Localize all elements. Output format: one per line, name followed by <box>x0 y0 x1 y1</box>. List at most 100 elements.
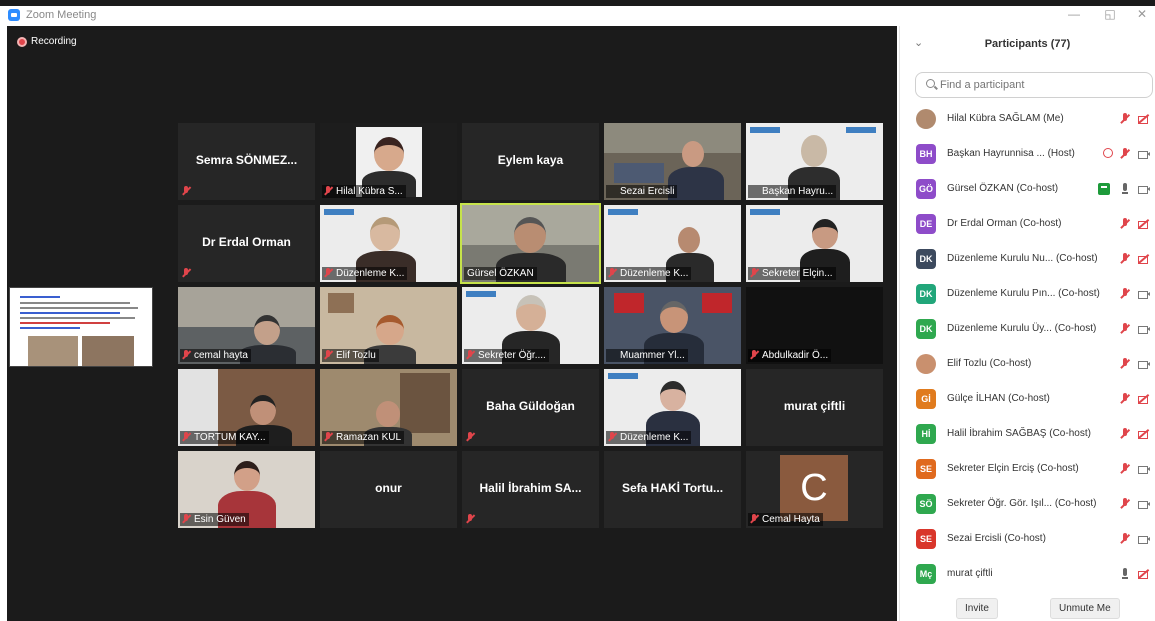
active-speaker-tile[interactable]: Gürsel ÖZKAN <box>460 203 601 284</box>
invite-button[interactable]: Invite <box>956 598 998 619</box>
participant-tile[interactable]: Abdulkadir Ö... <box>746 287 883 364</box>
unmute-me-button[interactable]: Unmute Me <box>1050 598 1120 619</box>
camera-off-icon[interactable] <box>1138 218 1150 230</box>
mic-muted-icon[interactable] <box>1119 148 1131 160</box>
tile-name: Sefa HAKİ Tortu... <box>621 481 724 495</box>
participant-tile[interactable]: Elif Tozlu <box>320 287 457 364</box>
mic-muted-icon <box>182 350 190 360</box>
participant-tile[interactable]: Ramazan KUL <box>320 369 457 446</box>
mic-muted-icon[interactable] <box>1119 393 1131 405</box>
mic-muted-icon[interactable] <box>1119 288 1131 300</box>
camera-icon[interactable] <box>1138 148 1150 160</box>
panel-title: Participants (77) <box>984 38 1071 50</box>
mic-muted-icon <box>182 432 190 442</box>
participant-name: Gürsel ÖZKAN (Co-host) <box>947 183 1059 194</box>
participant-row[interactable]: DK Düzenleme Kurulu Pın... (Co-host) <box>900 277 1155 312</box>
minimize-button[interactable]: — <box>1064 7 1084 21</box>
participant-tile[interactable]: Hilal Kübra S... <box>320 123 457 200</box>
participant-row[interactable]: Elif Tozlu (Co-host) <box>900 347 1155 382</box>
participant-tile[interactable]: Başkan Hayru... <box>746 123 883 200</box>
participant-row[interactable]: BH Başkan Hayrunnisa ... (Host) <box>900 137 1155 172</box>
participant-row[interactable]: Hİ Halil İbrahim SAĞBAŞ (Co-host) <box>900 417 1155 452</box>
mic-muted-icon[interactable] <box>1119 113 1131 125</box>
camera-icon[interactable] <box>1138 358 1150 370</box>
recording-dot-icon <box>17 36 27 47</box>
camera-off-icon[interactable] <box>1138 393 1150 405</box>
mic-muted-icon[interactable] <box>1119 428 1131 440</box>
tile-label: Muammer Yl... <box>606 349 688 362</box>
shared-photo <box>82 336 134 366</box>
mic-muted-icon[interactable] <box>1119 498 1131 510</box>
camera-icon[interactable] <box>1138 463 1150 475</box>
recording-indicator[interactable]: Recording <box>17 36 77 47</box>
camera-off-icon[interactable] <box>1138 253 1150 265</box>
shared-photo <box>28 336 78 366</box>
participant-tile[interactable]: Muammer Yl... <box>604 287 741 364</box>
search-input[interactable] <box>940 77 1145 93</box>
participant-tile[interactable]: murat çiftli <box>746 369 883 446</box>
avatar: DK <box>916 249 936 269</box>
participant-row[interactable]: SE Sezai Ercisli (Co-host) <box>900 522 1155 557</box>
camera-icon[interactable] <box>1138 183 1150 195</box>
participant-tile[interactable]: Halil İbrahim SA... <box>462 451 599 528</box>
mic-muted-icon <box>608 268 616 278</box>
camera-off-icon[interactable] <box>1138 113 1150 125</box>
participant-search[interactable] <box>915 72 1153 98</box>
participant-row[interactable]: DK Düzenleme Kurulu Nu... (Co-host) <box>900 242 1155 277</box>
mic-muted-icon[interactable] <box>1119 253 1131 265</box>
participant-tile[interactable]: Sefa HAKİ Tortu... <box>604 451 741 528</box>
participant-name: Halil İbrahim SAĞBAŞ (Co-host) <box>947 428 1091 439</box>
mic-muted-icon[interactable] <box>1119 533 1131 545</box>
window-title: Zoom Meeting <box>26 9 97 21</box>
search-icon <box>926 79 935 88</box>
camera-off-icon[interactable] <box>1138 568 1150 580</box>
close-button[interactable]: ✕ <box>1132 7 1152 21</box>
participant-row[interactable]: Mç murat çiftli <box>900 557 1155 592</box>
participant-row[interactable]: SÖ Sekreter Öğr. Gör. Işıl... (Co-host) <box>900 487 1155 522</box>
participant-tile[interactable]: Semra SÖNMEZ... <box>178 123 315 200</box>
participant-tile[interactable]: Düzenleme K... <box>320 205 457 282</box>
mic-muted-icon[interactable] <box>1119 463 1131 475</box>
participant-tile[interactable]: onur <box>320 451 457 528</box>
mic-muted-icon[interactable] <box>1119 323 1131 335</box>
participant-list: Hilal Kübra SAĞLAM (Me) BH Başkan Hayrunni… <box>900 102 1155 592</box>
participant-tile[interactable]: Sekreter Öğr.... <box>462 287 599 364</box>
participant-tile[interactable]: TORTUM KAY... <box>178 369 315 446</box>
recording-label: Recording <box>31 36 77 47</box>
restore-button[interactable]: ◱ <box>1100 7 1120 21</box>
participant-row[interactable]: DK Düzenleme Kurulu Üy... (Co-host) <box>900 312 1155 347</box>
camera-icon[interactable] <box>1138 323 1150 335</box>
camera-off-icon[interactable] <box>1138 428 1150 440</box>
participant-row[interactable]: DE Dr Erdal Orman (Co-host) <box>900 207 1155 242</box>
participant-tile[interactable]: Baha Güldoğan <box>462 369 599 446</box>
participant-tile[interactable]: Düzenleme K... <box>604 205 741 282</box>
shared-screen-thumbnail[interactable] <box>9 287 153 367</box>
participant-tile[interactable]: Esin Güven <box>178 451 315 528</box>
participant-tile[interactable]: C Cemal Hayta <box>746 451 883 528</box>
participant-tile[interactable]: Dr Erdal Orman <box>178 205 315 282</box>
mic-icon[interactable] <box>1119 183 1131 195</box>
participant-row[interactable]: GÖ Gürsel ÖZKAN (Co-host) <box>900 172 1155 207</box>
participant-tile[interactable]: cemal hayta <box>178 287 315 364</box>
mic-muted-icon[interactable] <box>1119 218 1131 230</box>
tile-label: Hilal Kübra S... <box>322 185 406 198</box>
camera-icon[interactable] <box>1138 498 1150 510</box>
participant-row[interactable]: Hilal Kübra SAĞLAM (Me) <box>900 102 1155 137</box>
participant-tile[interactable]: Sekreter Elçin... <box>746 205 883 282</box>
participant-row[interactable]: SE Sekreter Elçin Erciş (Co-host) <box>900 452 1155 487</box>
camera-icon[interactable] <box>1138 533 1150 545</box>
tile-name: Baha Güldoğan <box>486 399 575 413</box>
participant-tile[interactable]: Sezai Ercisli <box>604 123 741 200</box>
participant-tile[interactable]: Eylem kaya <box>462 123 599 200</box>
mic-muted-icon[interactable] <box>1119 358 1131 370</box>
mic-muted-icon <box>324 432 332 442</box>
avatar: DK <box>916 319 936 339</box>
mic-muted-icon <box>750 268 758 278</box>
mic-muted-icon <box>324 186 332 196</box>
avatar: SE <box>916 529 936 549</box>
participant-tile[interactable]: Düzenleme K... <box>604 369 741 446</box>
participant-row[interactable]: Gİ Gülçe İLHAN (Co-host) <box>900 382 1155 417</box>
participant-name: Sekreter Elçin Erciş (Co-host) <box>947 463 1079 474</box>
mic-icon[interactable] <box>1119 568 1131 580</box>
camera-icon[interactable] <box>1138 288 1150 300</box>
